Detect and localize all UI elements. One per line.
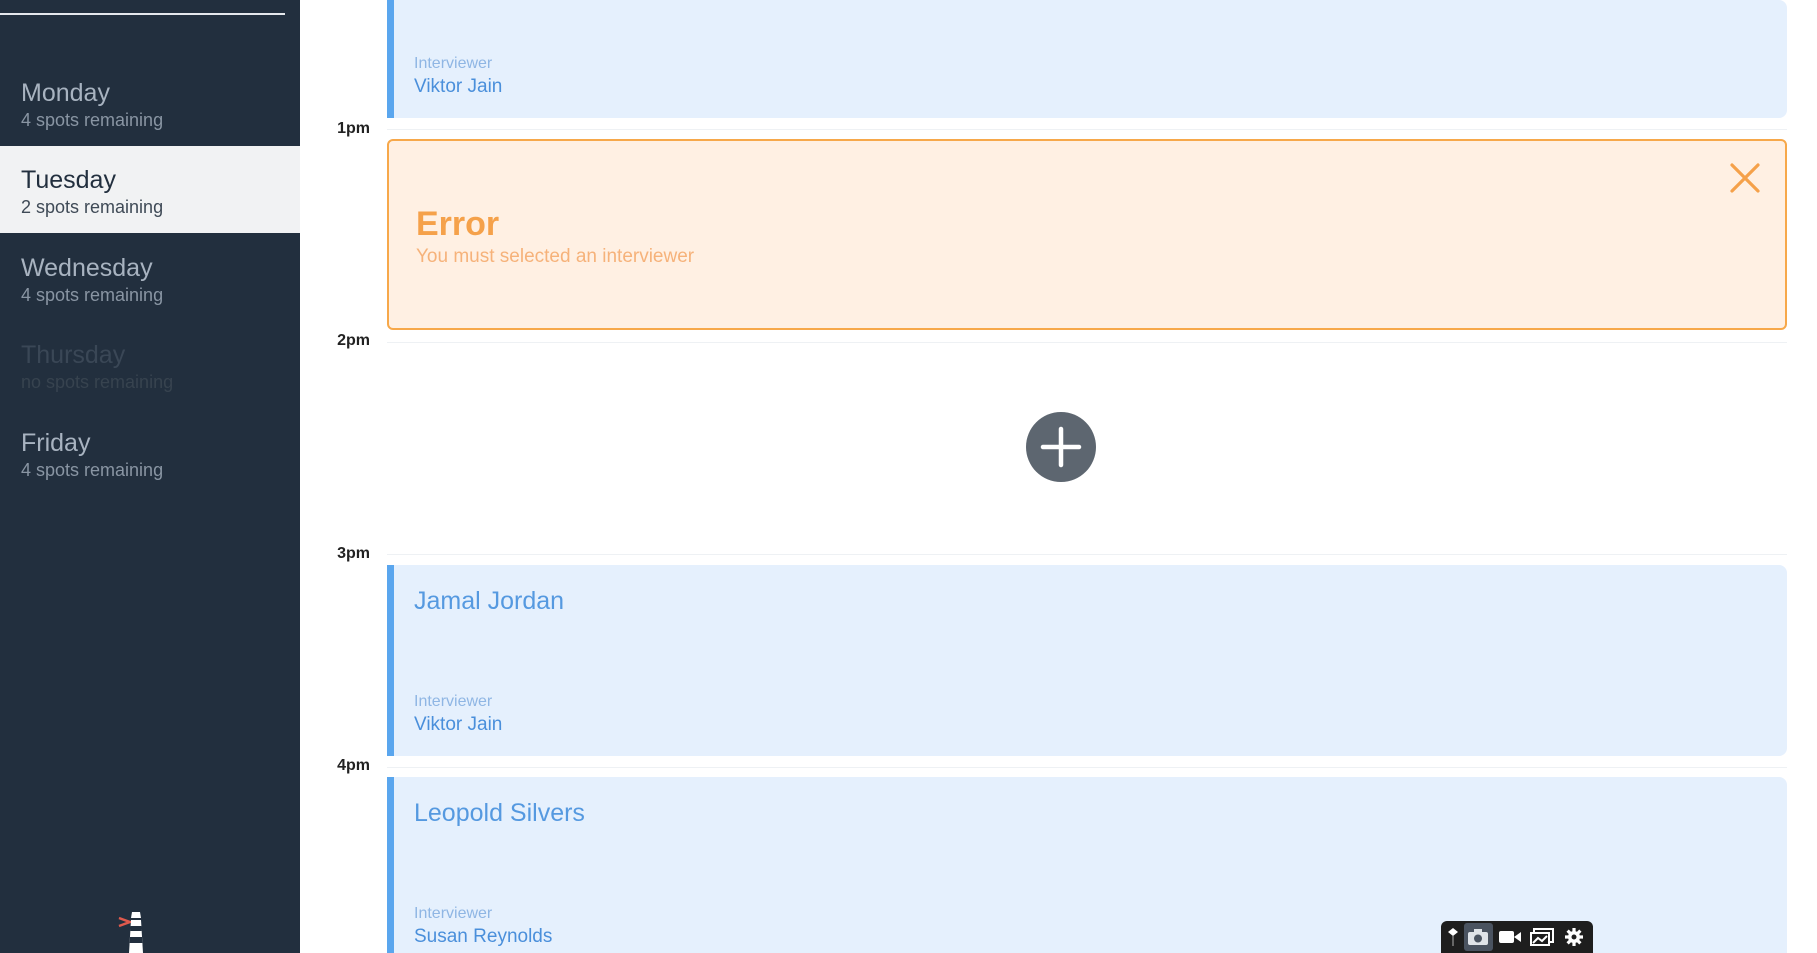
sidebar: Monday 4 spots remaining Tuesday 2 spots…: [0, 0, 300, 953]
day-item-thursday[interactable]: Thursday no spots remaining: [0, 321, 300, 408]
appointment-card[interactable]: Interviewer Viktor Jain: [387, 0, 1787, 118]
error-title: Error: [416, 205, 500, 243]
gear-icon[interactable]: [1560, 923, 1589, 951]
appointment-card[interactable]: Jamal Jordan Interviewer Viktor Jain: [387, 565, 1787, 756]
interviewer-label: Interviewer: [414, 905, 493, 922]
day-item-monday[interactable]: Monday 4 spots remaining: [0, 59, 300, 146]
camera-icon[interactable]: [1463, 923, 1493, 951]
day-spots: 4 spots remaining: [21, 285, 164, 305]
interviewer-name: Susan Reynolds: [414, 926, 553, 947]
time-label: 1pm: [337, 120, 370, 137]
time-label: 2pm: [337, 332, 370, 349]
student-name: Jamal Jordan: [414, 587, 565, 615]
lighthouse-icon: [118, 912, 143, 953]
student-name: Leopold Silvers: [414, 799, 585, 827]
close-icon[interactable]: [1727, 160, 1763, 196]
time-separator: [387, 554, 1787, 555]
video-icon[interactable]: [1496, 923, 1525, 951]
gallery-icon[interactable]: [1528, 923, 1557, 951]
error-card: Error You must selected an interviewer: [387, 139, 1787, 330]
day-spots: 4 spots remaining: [21, 110, 164, 130]
add-appointment-button[interactable]: [1026, 412, 1096, 482]
time-separator: [387, 342, 1787, 343]
time-label: 4pm: [337, 757, 370, 774]
time-separator: [387, 767, 1787, 768]
capture-toolbar: [1441, 921, 1593, 953]
day-item-tuesday[interactable]: Tuesday 2 spots remaining: [0, 146, 300, 233]
interviewer-name: Viktor Jain: [414, 76, 503, 97]
day-name: Friday: [21, 429, 91, 457]
schedule: Interviewer Viktor Jain 1pm Error You mu…: [300, 0, 1817, 953]
day-name: Monday: [21, 79, 110, 107]
interview-scheduler-app: Monday 4 spots remaining Tuesday 2 spots…: [0, 0, 1817, 953]
day-spots: 2 spots remaining: [21, 197, 164, 217]
interviewer-label: Interviewer: [414, 55, 493, 72]
day-name: Tuesday: [21, 166, 116, 194]
interviewer-name: Viktor Jain: [414, 714, 503, 735]
day-item-wednesday[interactable]: Wednesday 4 spots remaining: [0, 234, 300, 321]
time-label: 3pm: [337, 545, 370, 562]
day-spots: no spots remaining: [21, 372, 174, 392]
day-spots: 4 spots remaining: [21, 460, 164, 480]
sidebar-divider: [0, 13, 285, 15]
time-separator: [387, 129, 1787, 130]
day-name: Wednesday: [21, 254, 153, 282]
plus-icon: [1040, 426, 1082, 468]
pin-icon[interactable]: [1445, 923, 1461, 951]
day-name: Thursday: [21, 341, 126, 369]
error-message: You must selected an interviewer: [416, 246, 695, 267]
day-item-friday[interactable]: Friday 4 spots remaining: [0, 409, 300, 496]
interviewer-label: Interviewer: [414, 693, 493, 710]
